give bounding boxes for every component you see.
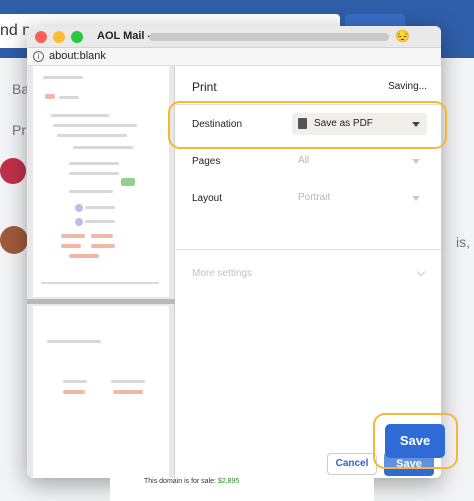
preview-dot bbox=[75, 218, 83, 226]
save-button-highlighted[interactable]: Save bbox=[385, 424, 445, 458]
info-icon[interactable]: i bbox=[33, 51, 44, 62]
preview-text bbox=[85, 206, 115, 209]
minimize-window-button[interactable] bbox=[53, 31, 65, 43]
preview-text bbox=[43, 76, 83, 79]
preview-link bbox=[113, 390, 143, 394]
destination-highlight bbox=[168, 101, 447, 149]
preview-dot bbox=[75, 204, 83, 212]
print-window: AOL Mail - 😔 i about:blank Print Saving.… bbox=[27, 26, 441, 478]
preview-text bbox=[63, 380, 87, 383]
page-separator bbox=[27, 299, 175, 304]
preview-text bbox=[69, 172, 119, 175]
domain-sale-label: This domain is for sale: bbox=[144, 478, 216, 485]
preview-text bbox=[53, 124, 137, 127]
pages-label: Pages bbox=[192, 156, 221, 167]
saving-status: Saving... bbox=[388, 81, 427, 92]
preview-link bbox=[63, 390, 85, 394]
print-title: Print bbox=[192, 80, 217, 94]
preview-text bbox=[51, 114, 109, 117]
preview-text bbox=[59, 96, 79, 99]
background-footer: This domain is for sale: $2,895 bbox=[110, 478, 374, 501]
close-window-button[interactable] bbox=[35, 31, 47, 43]
preview-button bbox=[121, 178, 135, 186]
chevron-down-icon bbox=[412, 159, 420, 164]
preview-logo bbox=[45, 94, 55, 99]
layout-select[interactable]: Portrait bbox=[292, 187, 427, 209]
pages-value: All bbox=[298, 155, 310, 166]
preview-text bbox=[73, 146, 133, 149]
background-avatar bbox=[0, 226, 28, 254]
preview-page-1 bbox=[33, 66, 169, 297]
url-text: about:blank bbox=[49, 50, 106, 62]
preview-text bbox=[69, 162, 119, 165]
domain-price: $2,895 bbox=[217, 478, 240, 485]
preview-page-2 bbox=[33, 306, 169, 478]
preview-link bbox=[61, 244, 81, 248]
layout-label: Layout bbox=[192, 193, 223, 204]
pages-select[interactable]: All bbox=[292, 150, 427, 172]
title-emoji: 😔 bbox=[395, 29, 410, 43]
preview-link bbox=[61, 234, 85, 238]
chevron-down-icon bbox=[416, 267, 426, 277]
domain-sale-text: This domain is for sale: $2,895 bbox=[144, 478, 239, 485]
window-title-redacted bbox=[149, 33, 389, 41]
layout-value: Portrait bbox=[298, 192, 331, 203]
window-title: AOL Mail - bbox=[97, 30, 152, 42]
preview-text bbox=[41, 282, 159, 284]
title-bar: AOL Mail - 😔 bbox=[27, 26, 441, 48]
preview-text bbox=[47, 340, 101, 343]
preview-link bbox=[69, 254, 99, 258]
preview-text bbox=[111, 380, 145, 383]
preview-text bbox=[57, 134, 127, 137]
preview-link bbox=[91, 234, 113, 238]
zoom-window-button[interactable] bbox=[71, 31, 83, 43]
more-settings-toggle[interactable]: More settings bbox=[192, 268, 252, 279]
background-avatar bbox=[0, 158, 26, 184]
background-fragment-right: is, bbox=[456, 234, 470, 250]
print-preview[interactable] bbox=[27, 66, 175, 478]
divider bbox=[176, 249, 441, 250]
cancel-button[interactable]: Cancel bbox=[327, 453, 377, 475]
background-fragment-pr: Pr bbox=[12, 122, 26, 138]
chevron-down-icon bbox=[412, 196, 420, 201]
preview-text bbox=[69, 190, 113, 193]
preview-text bbox=[85, 220, 115, 223]
preview-link bbox=[91, 244, 115, 248]
url-bar[interactable]: i about:blank bbox=[27, 48, 441, 66]
